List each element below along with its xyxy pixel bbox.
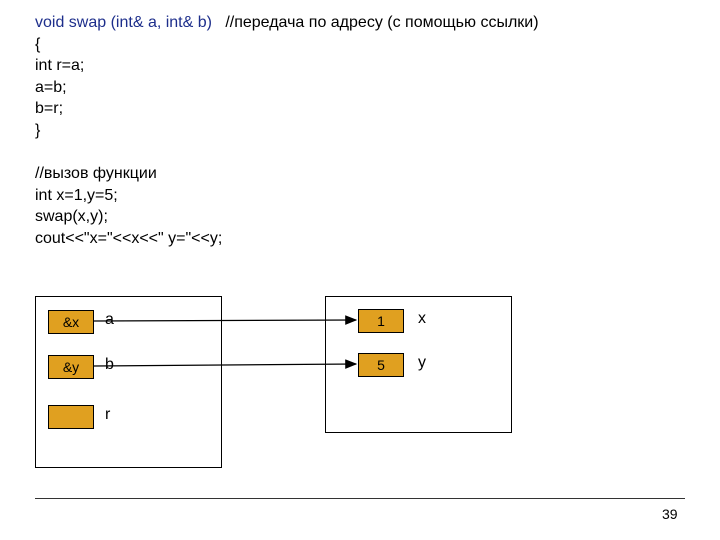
code-comment-1: //передача по адресу (с помощью ссылки) (225, 14, 538, 31)
code-comment-2: //вызов функции (35, 163, 539, 185)
code-signature: void swap (int& a, int& b) (35, 14, 225, 31)
code-line: b=r; (35, 98, 539, 120)
label-r: r (105, 406, 110, 424)
cell-a: &x (48, 310, 94, 334)
label-a: a (105, 311, 114, 329)
label-y: y (418, 354, 426, 372)
stack-frame-left (35, 296, 222, 468)
page-number: 39 (662, 506, 678, 522)
label-x: x (418, 310, 426, 328)
code-line: a=b; (35, 77, 539, 99)
code-line: int x=1,y=5; (35, 185, 539, 207)
code-blank (35, 142, 539, 164)
label-b: b (105, 356, 114, 374)
cell-r (48, 405, 94, 429)
code-block: void swap (int& a, int& b) //передача по… (35, 12, 539, 250)
cell-y: 5 (358, 353, 404, 377)
cell-x: 1 (358, 309, 404, 333)
code-line: swap(x,y); (35, 206, 539, 228)
code-line: { (35, 34, 539, 56)
footer-rule (35, 498, 685, 499)
code-line: cout<<"x="<<x<<" y="<<y; (35, 228, 539, 250)
code-line: } (35, 120, 539, 142)
cell-b: &y (48, 355, 94, 379)
code-line: int r=a; (35, 55, 539, 77)
stack-frame-right (325, 296, 512, 433)
